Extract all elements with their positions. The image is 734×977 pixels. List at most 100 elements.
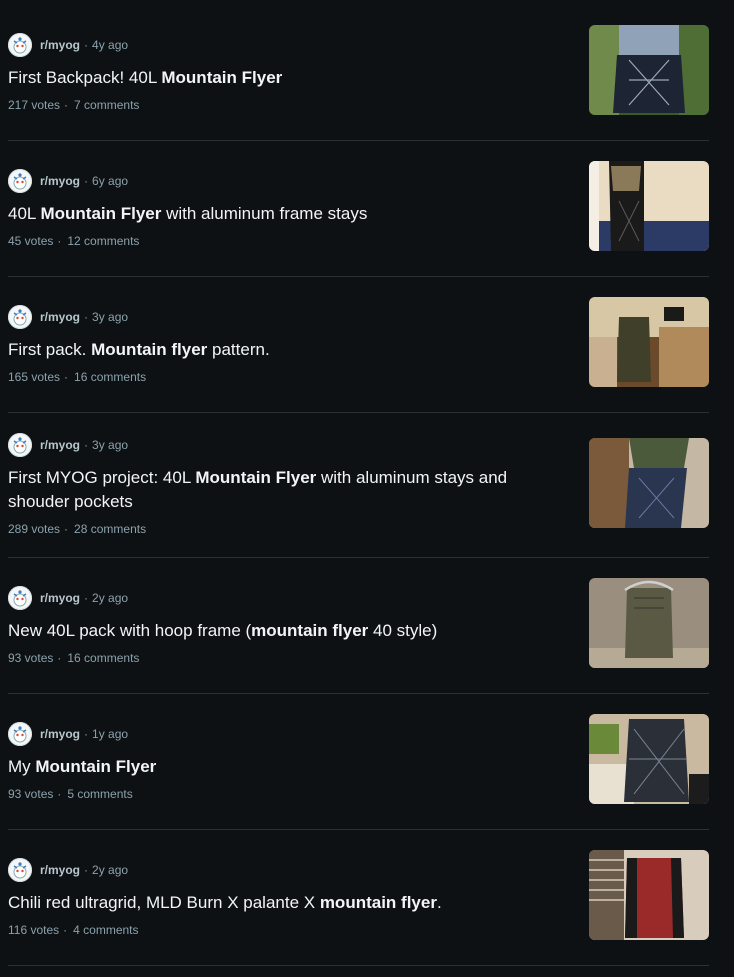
title-segment: First pack. — [8, 340, 92, 359]
vote-count: 93 votes — [8, 651, 54, 665]
post-thumbnail[interactable] — [589, 714, 709, 804]
post-thumbnail[interactable] — [589, 850, 709, 940]
post-meta: r/myog · 2y ago — [8, 586, 128, 610]
comment-count[interactable]: 4 comments — [73, 923, 138, 937]
post-stats: 93 votes · 5 comments — [8, 787, 133, 801]
title-highlight: mountain flyer — [319, 893, 437, 912]
subreddit-avatar[interactable] — [8, 33, 32, 57]
title-segment: pattern. — [207, 340, 270, 359]
post-card[interactable]: r/myog · 6y ago 40L Mountain Flyer with … — [8, 136, 709, 276]
title-highlight: Mountain Flyer — [35, 757, 157, 776]
post-age: 6y ago — [92, 174, 129, 188]
title-highlight: Mountain Flyer — [161, 68, 283, 87]
stats-separator: · — [57, 651, 62, 665]
post-title[interactable]: 40L Mountain Flyer with aluminum frame s… — [8, 202, 568, 226]
post-card[interactable]: r/myog · 2y ago New 40L pack with hoop f… — [8, 553, 709, 693]
stats-separator: · — [57, 787, 62, 801]
thumbnail-image — [589, 297, 709, 387]
title-segment: . — [436, 893, 442, 912]
comment-count[interactable]: 7 comments — [74, 98, 139, 112]
post-thumbnail[interactable] — [589, 161, 709, 251]
subreddit-link[interactable]: r/myog — [40, 438, 80, 452]
comment-count[interactable]: 16 comments — [67, 651, 139, 665]
vote-count: 93 votes — [8, 787, 54, 801]
subreddit-link[interactable]: r/myog — [40, 727, 80, 741]
vote-count: 45 votes — [8, 234, 54, 248]
title-segment: Chili red ultragrid, MLD Burn X palante … — [8, 893, 320, 912]
comment-count[interactable]: 28 comments — [74, 522, 146, 536]
subreddit-link[interactable]: r/myog — [40, 863, 80, 877]
meta-separator: · — [84, 38, 89, 52]
thumbnail-image — [589, 438, 709, 528]
stats-separator: · — [63, 923, 68, 937]
subreddit-avatar[interactable] — [8, 722, 32, 746]
stats-separator: · — [64, 370, 69, 384]
post-card[interactable]: r/myog · 1y ago My Mountain Flyer 93 vot… — [8, 689, 709, 829]
subreddit-link[interactable]: r/myog — [40, 310, 80, 324]
post-meta: r/myog · 3y ago — [8, 305, 128, 329]
thumbnail-image — [589, 161, 709, 251]
post-thumbnail[interactable] — [589, 578, 709, 668]
thumbnail-image — [589, 714, 709, 804]
vote-count: 116 votes — [8, 923, 60, 937]
meta-separator: · — [84, 863, 89, 877]
stats-separator: · — [64, 98, 69, 112]
post-thumbnail[interactable] — [589, 25, 709, 115]
meta-separator: · — [84, 438, 89, 452]
subreddit-avatar[interactable] — [8, 858, 32, 882]
post-stats: 217 votes · 7 comments — [8, 98, 139, 112]
post-card[interactable]: r/myog · 3y ago First pack. Mountain fly… — [8, 272, 709, 412]
vote-count: 289 votes — [8, 522, 61, 536]
post-divider — [8, 965, 709, 966]
title-highlight: Mountain Flyer — [195, 468, 317, 487]
title-highlight: Mountain flyer — [91, 340, 208, 359]
subreddit-avatar[interactable] — [8, 586, 32, 610]
stats-separator: · — [57, 234, 62, 248]
post-age: 1y ago — [92, 727, 129, 741]
meta-separator: · — [84, 174, 89, 188]
post-title[interactable]: Chili red ultragrid, MLD Burn X palante … — [8, 891, 568, 915]
post-stats: 165 votes · 16 comments — [8, 370, 146, 384]
post-age: 3y ago — [92, 438, 129, 452]
post-meta: r/myog · 2y ago — [8, 858, 128, 882]
stats-separator: · — [64, 522, 69, 536]
post-card[interactable]: r/myog · 3y ago First MYOG project: 40L … — [8, 400, 709, 557]
subreddit-avatar[interactable] — [8, 433, 32, 457]
post-age: 4y ago — [92, 38, 129, 52]
post-title[interactable]: First pack. Mountain flyer pattern. — [8, 338, 568, 362]
post-thumbnail[interactable] — [589, 297, 709, 387]
comment-count[interactable]: 16 comments — [74, 370, 146, 384]
title-segment: New 40L pack with hoop frame ( — [8, 621, 252, 640]
title-segment: First MYOG project: 40L — [8, 468, 196, 487]
post-age: 2y ago — [92, 591, 129, 605]
title-segment: My — [8, 757, 36, 776]
comment-count[interactable]: 12 comments — [67, 234, 139, 248]
title-segment: 40 style) — [368, 621, 438, 640]
post-stats: 45 votes · 12 comments — [8, 234, 139, 248]
post-title[interactable]: First Backpack! 40L Mountain Flyer — [8, 66, 568, 90]
thumbnail-image — [589, 25, 709, 115]
post-stats: 289 votes · 28 comments — [8, 522, 146, 536]
title-segment: First Backpack! 40L — [8, 68, 162, 87]
post-card[interactable]: r/myog · 4y ago First Backpack! 40L Moun… — [8, 0, 709, 140]
title-segment: with aluminum frame stays — [161, 204, 368, 223]
subreddit-link[interactable]: r/myog — [40, 174, 80, 188]
post-title[interactable]: New 40L pack with hoop frame (mountain f… — [8, 619, 568, 643]
post-meta: r/myog · 4y ago — [8, 33, 128, 57]
title-highlight: mountain flyer — [251, 621, 369, 640]
title-highlight: Mountain Flyer — [40, 204, 162, 223]
post-card[interactable]: r/myog · 2y ago Chili red ultragrid, MLD… — [8, 825, 709, 965]
subreddit-link[interactable]: r/myog — [40, 591, 80, 605]
vote-count: 217 votes — [8, 98, 61, 112]
meta-separator: · — [84, 591, 89, 605]
post-title[interactable]: First MYOG project: 40L Mountain Flyer w… — [8, 466, 568, 514]
thumbnail-image — [589, 850, 709, 940]
thumbnail-image — [589, 578, 709, 668]
post-thumbnail[interactable] — [589, 438, 709, 528]
subreddit-link[interactable]: r/myog — [40, 38, 80, 52]
comment-count[interactable]: 5 comments — [67, 787, 132, 801]
subreddit-avatar[interactable] — [8, 305, 32, 329]
subreddit-avatar[interactable] — [8, 169, 32, 193]
post-age: 2y ago — [92, 863, 129, 877]
post-title[interactable]: My Mountain Flyer — [8, 755, 568, 779]
